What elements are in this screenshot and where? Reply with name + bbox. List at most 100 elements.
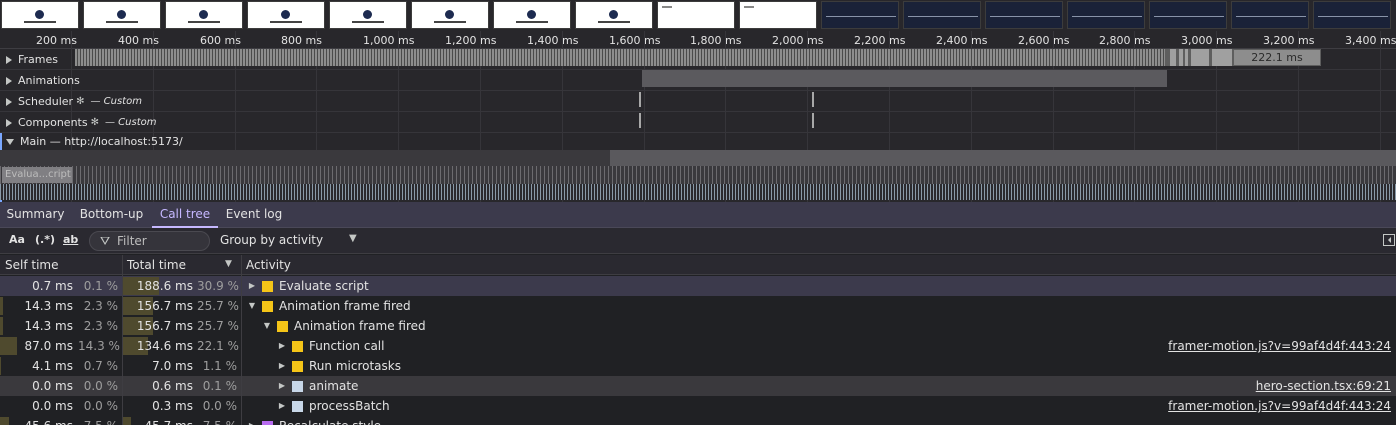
flame-event-label[interactable]: Evalua...cript [2,167,72,183]
components-marker[interactable] [812,113,814,128]
match-case-icon[interactable]: Aa [9,233,25,246]
activity-cell[interactable]: ▶ Function call [276,336,385,356]
activity-cell[interactable]: ▶ Evaluate script [246,276,369,296]
expand-triangle-icon[interactable] [6,76,12,85]
thumbnail-content [24,21,56,23]
expand-triangle-icon[interactable]: ▶ [246,276,258,296]
table-row[interactable]: 0.0 ms 0.0 % 0.6 ms 0.1 % ▶ animate hero-secti… [0,376,1396,396]
activity-name: Function call [309,339,385,353]
expand-triangle-icon[interactable]: ▶ [276,356,288,376]
frame-segment[interactable] [1179,49,1183,66]
flame-row-evaluate[interactable]: Evalua...cript [0,166,1396,184]
table-row[interactable]: 14.3 ms 2.3 % 156.7 ms 25.7 % ▼ Animation fra… [0,316,1396,336]
total-time-percent: 0.0 % [202,399,237,413]
tab-summary[interactable]: Summary [0,202,71,228]
screenshot-thumbnail[interactable] [329,1,407,29]
track-components-label[interactable]: Components ✻ — Custom [0,115,156,130]
column-activity[interactable]: Activity [241,255,541,275]
expand-triangle-icon[interactable]: ▶ [276,376,288,396]
frame-segment[interactable] [1185,49,1188,66]
screenshot-thumbnail[interactable] [1,1,79,29]
screenshot-thumbnail[interactable] [247,1,325,29]
main-flame-chart[interactable]: Evalua...cript [0,150,1396,202]
frames-strip[interactable] [75,49,1165,66]
track-scheduler-label[interactable]: Scheduler ✻ — Custom [0,94,142,109]
components-marker[interactable] [639,113,641,128]
expand-triangle-icon[interactable]: ▶ [246,416,258,425]
track-animations-label[interactable]: Animations [0,73,80,88]
activity-name: Recalculate style [279,416,381,425]
scheduler-marker[interactable] [812,92,814,107]
collapse-triangle-icon[interactable]: ▼ [261,316,273,336]
collapse-triangle-icon[interactable] [6,138,14,145]
track-components[interactable]: Components ✻ — Custom [0,112,1396,133]
table-row[interactable]: 14.3 ms 2.3 % 156.7 ms 25.7 % ▼ Animation fra… [0,296,1396,316]
screenshot-thumbnail[interactable] [83,1,161,29]
whole-word-icon[interactable]: ab [63,233,78,246]
source-link[interactable]: hero-section.tsx:69:21 [1256,376,1391,396]
source-link[interactable]: framer-motion.js?v=99af4d4f:443:24 [1168,336,1391,356]
screenshot-thumbnail[interactable] [1313,1,1391,29]
expand-triangle-icon[interactable] [6,55,12,64]
frame-segment[interactable] [1191,49,1209,66]
screenshot-thumbnail[interactable] [985,1,1063,29]
scheduler-marker[interactable] [639,92,641,107]
column-self-time[interactable]: Self time [0,255,122,275]
table-row[interactable]: 4.1 ms 0.7 % 7.0 ms 1.1 % ▶ Run microtasks [0,356,1396,376]
track-main[interactable]: Main — http://localhost:5173/ [0,133,1396,150]
track-frames-label[interactable]: Frames [0,52,58,67]
group-by-select[interactable]: Group by activity [220,233,323,247]
track-main-label[interactable]: Main — http://localhost:5173/ [0,134,183,149]
frame-duration-label[interactable]: 222.1 ms [1234,50,1320,65]
activity-cell[interactable]: ▶ animate [276,376,359,396]
flame-row-calls[interactable] [0,184,1396,200]
screenshot-filmstrip[interactable] [0,0,1396,31]
screenshot-thumbnail[interactable] [575,1,653,29]
expand-triangle-icon[interactable] [6,97,12,106]
self-time-percent: 0.0 % [83,379,118,393]
column-total-time[interactable]: Total time [122,255,241,275]
activity-cell[interactable]: ▼ Animation frame fired [246,296,411,316]
gear-icon[interactable]: ✻ [76,96,84,107]
screenshot-thumbnail[interactable] [657,1,735,29]
activity-cell[interactable]: ▼ Animation frame fired [261,316,426,336]
tab-bottom-up[interactable]: Bottom-up [73,202,150,228]
total-time-percent: 7.5 % [197,416,237,425]
screenshot-thumbnail[interactable] [1149,1,1227,29]
flame-row-task-highlight[interactable] [610,150,1396,166]
table-row[interactable]: 0.7 ms 0.1 % 188.6 ms 30.9 % ▶ Evaluate scrip… [0,276,1396,296]
total-time-percent: 0.1 % [202,379,237,393]
tab-call-tree[interactable]: Call tree [152,202,218,228]
screenshot-thumbnail[interactable] [493,1,571,29]
activity-cell[interactable]: ▶ processBatch [276,396,390,416]
gear-icon[interactable]: ✻ [91,117,99,128]
table-row[interactable]: 87.0 ms 14.3 % 134.6 ms 22.1 % ▶ Function cal… [0,336,1396,356]
expand-triangle-icon[interactable]: ▶ [276,396,288,416]
activity-cell[interactable]: ▶ Recalculate style [246,416,381,425]
table-row[interactable]: 0.0 ms 0.0 % 0.3 ms 0.0 % ▶ processBatch frame… [0,396,1396,416]
screenshot-thumbnail[interactable] [821,1,899,29]
regex-icon[interactable]: (.*) [35,233,55,246]
screenshot-thumbnail[interactable] [1231,1,1309,29]
frame-segment[interactable] [1212,49,1232,66]
timeline-overview[interactable]: 200 ms 400 ms 600 ms 800 ms 1,000 ms 1,200 ms… [0,0,1396,202]
screenshot-thumbnail[interactable] [739,1,817,29]
screenshot-thumbnail[interactable] [411,1,489,29]
expand-triangle-icon[interactable]: ▶ [276,336,288,356]
screenshot-thumbnail[interactable] [903,1,981,29]
expand-triangle-icon[interactable] [6,118,12,127]
screenshot-thumbnail[interactable] [1067,1,1145,29]
activity-cell[interactable]: ▶ Run microtasks [276,356,401,376]
tab-event-log[interactable]: Event log [220,202,288,228]
collapse-triangle-icon[interactable]: ▼ [246,296,258,316]
frame-segment[interactable] [1170,49,1176,66]
chevron-down-icon[interactable]: ▼ [349,233,357,244]
animation-bar[interactable] [642,70,1167,87]
flame-row-task[interactable] [0,150,1396,166]
screenshot-thumbnail[interactable] [165,1,243,29]
table-row[interactable]: 45.6 ms 7.5 % 45.7 ms 7.5 % ▶ Recalculate sty… [0,416,1396,425]
show-sidebar-icon[interactable] [1383,234,1395,246]
source-link[interactable]: framer-motion.js?v=99af4d4f:443:24 [1168,396,1391,416]
track-scheduler[interactable]: Scheduler ✻ — Custom [0,91,1396,112]
filter-input[interactable]: ⛛ Filter [89,231,210,251]
